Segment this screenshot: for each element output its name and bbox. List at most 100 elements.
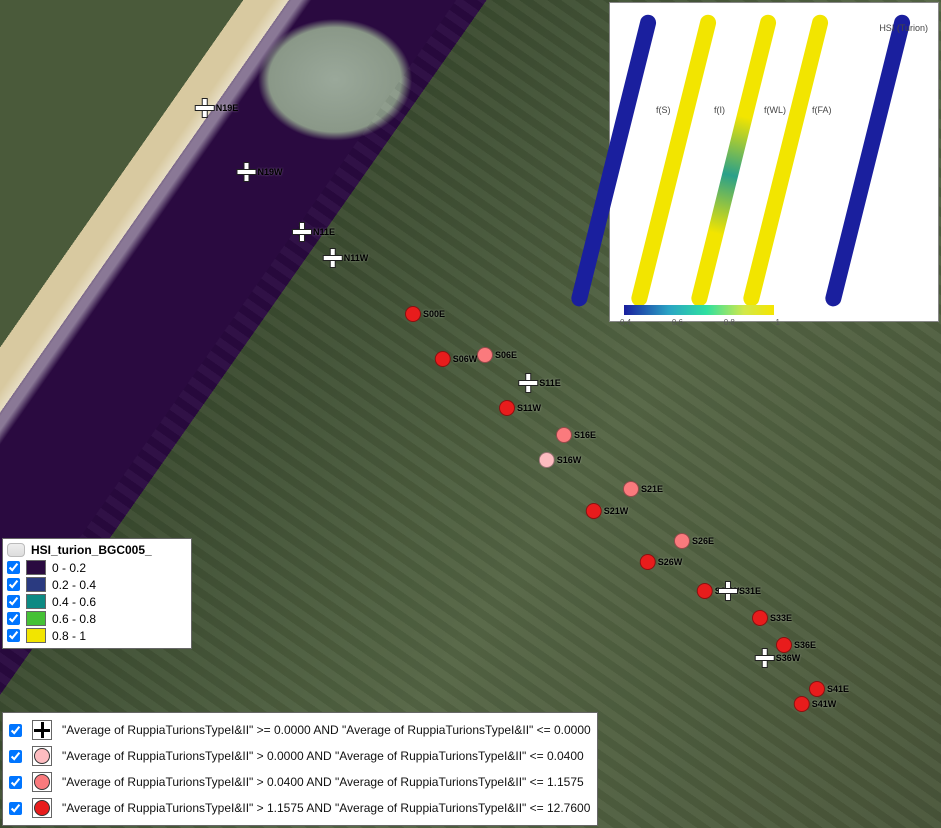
dot-icon — [623, 481, 639, 497]
site-label: S00E — [423, 309, 445, 319]
cross-icon — [196, 99, 214, 117]
site-S11W[interactable]: S11W — [499, 400, 541, 416]
inset-label-fI: f(I) — [714, 105, 725, 115]
site-label: S06E — [495, 350, 517, 360]
site-S16W[interactable]: S16W — [539, 452, 582, 468]
site-label: S41E — [827, 684, 849, 694]
legend-checkbox[interactable] — [9, 724, 22, 737]
legend-swatch — [26, 577, 46, 592]
site-N11W[interactable]: N11W — [324, 249, 369, 267]
site-S06E[interactable]: S06E — [477, 347, 517, 363]
tick: 0.8 — [724, 318, 735, 327]
cross-icon — [756, 649, 774, 667]
site-label: S06W — [453, 354, 478, 364]
site-S41E[interactable]: S41E — [809, 681, 849, 697]
tick: 0.6 — [672, 318, 683, 327]
legend-class-row: "Average of RuppiaTurionsTypeI&II" >= 0.… — [9, 717, 591, 743]
site-N19W[interactable]: N19W — [237, 163, 282, 181]
dot-icon — [674, 533, 690, 549]
legend-class-text: "Average of RuppiaTurionsTypeI&II" >= 0.… — [62, 723, 591, 737]
site-S26E[interactable]: S26E — [674, 533, 714, 549]
site-S16E[interactable]: S16E — [556, 427, 596, 443]
legend-checkbox[interactable] — [7, 561, 20, 574]
site-label: S11W — [517, 403, 541, 413]
site-label: S16E — [574, 430, 596, 440]
site-label: S31E — [739, 586, 761, 596]
site-S11E[interactable]: S11E — [519, 374, 561, 392]
site-label: S21E — [641, 484, 663, 494]
legend-checkbox[interactable] — [9, 750, 22, 763]
site-S36W[interactable]: S36W — [756, 649, 801, 667]
site-label: S33E — [770, 613, 792, 623]
cross-icon — [32, 720, 52, 740]
legend-swatch — [26, 611, 46, 626]
layer-icon — [7, 543, 25, 557]
legend-hsi-title: HSI_turion_BGC005_ — [31, 543, 152, 557]
legend-checkbox[interactable] — [7, 595, 20, 608]
dot-icon — [556, 427, 572, 443]
site-label: S26E — [692, 536, 714, 546]
dot-icon — [32, 798, 52, 818]
site-label: S41W — [812, 699, 837, 709]
dot-icon — [586, 503, 602, 519]
lake-feature — [235, 0, 435, 145]
inset-label-fFA: f(FA) — [812, 105, 832, 115]
legend-hsi-row: 0.4 - 0.6 — [7, 593, 187, 610]
dot-icon — [405, 306, 421, 322]
legend-class: "Average of RuppiaTurionsTypeI&II" >= 0.… — [2, 712, 598, 826]
legend-hsi-row: 0.2 - 0.4 — [7, 576, 187, 593]
legend-checkbox[interactable] — [9, 802, 22, 815]
site-label: S26W — [658, 557, 683, 567]
dot-icon — [752, 610, 768, 626]
site-label: N19W — [257, 167, 282, 177]
legend-checkbox[interactable] — [9, 776, 22, 789]
site-S21W[interactable]: S21W — [586, 503, 629, 519]
site-S06W[interactable]: S06W — [435, 351, 478, 367]
cross-icon — [519, 374, 537, 392]
dot-icon — [477, 347, 493, 363]
site-label: S21W — [604, 506, 629, 516]
site-S33E[interactable]: S33E — [752, 610, 792, 626]
dot-icon — [794, 696, 810, 712]
dot-icon — [640, 554, 656, 570]
cross-icon — [293, 223, 311, 241]
legend-hsi: HSI_turion_BGC005_ 0 - 0.2 0.2 - 0.40.4 -… — [2, 538, 192, 649]
legend-checkbox[interactable] — [7, 578, 20, 591]
legend-class-row: "Average of RuppiaTurionsTypeI&II" > 0.0… — [9, 769, 591, 795]
legend-class-text: "Average of RuppiaTurionsTypeI&II" > 0.0… — [62, 775, 584, 789]
dot-icon — [809, 681, 825, 697]
site-label: S16W — [557, 455, 582, 465]
site-S31E[interactable]: S31E — [719, 582, 761, 600]
legend-label: 0 - 0.2 — [52, 561, 86, 575]
dot-icon — [697, 583, 713, 599]
site-label: S11E — [539, 378, 561, 388]
site-S21E[interactable]: S21E — [623, 481, 663, 497]
inset-label-HSI: HSI (Turion) — [879, 23, 928, 33]
legend-label: 0.6 - 0.8 — [52, 612, 96, 626]
legend-class-text: "Average of RuppiaTurionsTypeI&II" > 1.1… — [62, 801, 590, 815]
site-N19E[interactable]: N19E — [196, 99, 239, 117]
legend-checkbox[interactable] — [7, 629, 20, 642]
site-label: N11W — [344, 253, 369, 263]
inset-label-fS: f(S) — [656, 105, 671, 115]
inset-label-fWL: f(WL) — [764, 105, 786, 115]
inset-colorbar-ticks: 0.4 0.6 0.8 1 — [620, 318, 780, 327]
inset-strip-HSI — [824, 13, 912, 308]
legend-label: 0.2 - 0.4 — [52, 578, 96, 592]
legend-swatch — [26, 628, 46, 643]
site-S26W[interactable]: S26W — [640, 554, 683, 570]
legend-class-row: "Average of RuppiaTurionsTypeI&II" > 1.1… — [9, 795, 591, 821]
dot-icon — [539, 452, 555, 468]
inset-panel: f(S) f(I) f(WL) f(FA) HSI (Turion) 0.4 0… — [609, 2, 939, 322]
site-label: N11E — [313, 227, 335, 237]
cross-icon — [237, 163, 255, 181]
tick: 0.4 — [620, 318, 631, 327]
legend-checkbox[interactable] — [7, 612, 20, 625]
site-N11E[interactable]: N11E — [293, 223, 335, 241]
legend-swatch — [26, 560, 46, 575]
inset-colorbar — [624, 305, 774, 315]
site-S41W[interactable]: S41W — [794, 696, 837, 712]
cross-icon — [324, 249, 342, 267]
site-S00E[interactable]: S00E — [405, 306, 445, 322]
dot-icon — [32, 772, 52, 792]
